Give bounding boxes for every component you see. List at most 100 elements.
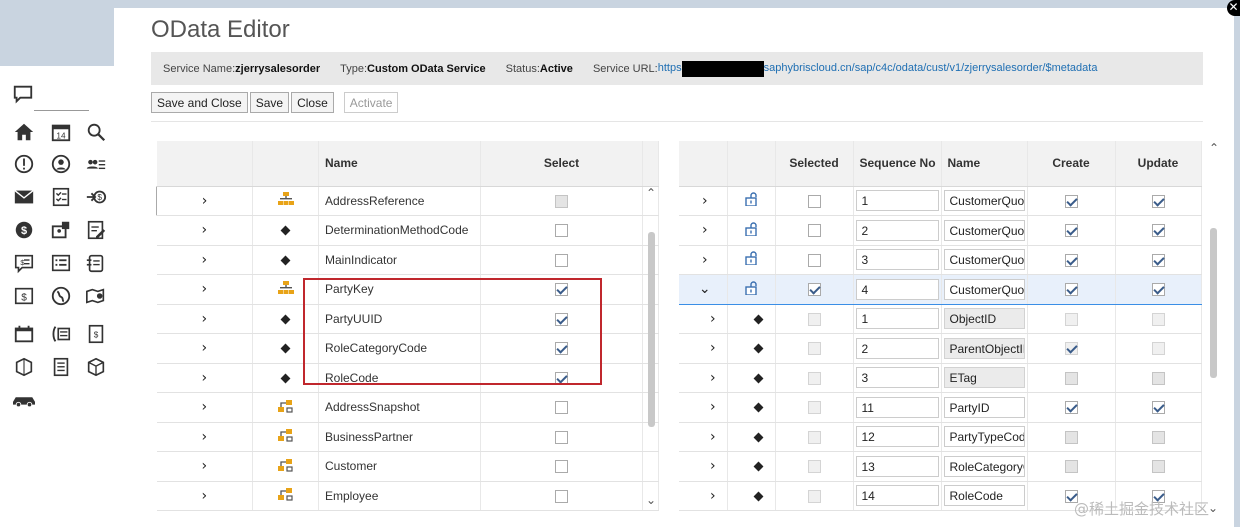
document-lines-icon[interactable] [49,355,73,379]
table-row[interactable]: › 2 ParentObjectID [679,333,1202,364]
create-checkbox[interactable] [1064,194,1078,208]
expand-chevron-icon[interactable]: › [710,370,716,386]
sequence-input[interactable]: 2 [855,337,939,359]
table-row[interactable]: ⌄ 4CustomerQuote [679,274,1202,305]
create-checkbox[interactable] [1064,401,1078,415]
dollar-icon[interactable]: $ [12,218,36,242]
expand-chevron-icon[interactable]: › [201,281,207,297]
scroll-up-icon[interactable]: ⌃ [1209,141,1219,155]
create-checkbox[interactable] [1064,342,1078,356]
expand-chevron-icon[interactable]: › [201,370,207,386]
entity-name-input[interactable]: ParentObjectID [943,337,1025,359]
table-row[interactable]: › AddressSnapshot [156,392,659,423]
entity-name-input[interactable]: PartyTypeCode [943,426,1025,448]
expand-chevron-icon[interactable]: › [710,488,716,504]
sequence-input[interactable]: 3 [855,249,939,271]
close-button[interactable]: Close [291,92,334,113]
feed-icon[interactable] [11,82,35,106]
update-checkbox[interactable] [1151,430,1165,444]
scroll-down-icon[interactable]: ⌄ [646,493,656,507]
expand-chevron-icon[interactable]: › [201,458,207,474]
create-checkbox[interactable] [1064,460,1078,474]
scroll-down-icon[interactable]: ⌄ [1208,501,1218,515]
update-checkbox[interactable] [1151,342,1165,356]
table-row[interactable]: › DeterminationMethodCode [156,215,659,246]
table-row[interactable]: › RoleCategoryCode [156,333,659,364]
message-list-icon[interactable]: $ [12,251,36,275]
entity-name-input[interactable]: CustomerQuote [943,249,1025,271]
update-checkbox[interactable] [1151,253,1165,267]
invoice-icon[interactable]: $ [12,284,36,308]
car-icon[interactable] [10,388,38,412]
price-list-icon[interactable] [49,322,73,346]
sequence-input[interactable]: 2 [855,219,939,241]
calendar-14-icon[interactable]: 14 [49,120,73,144]
select-checkbox[interactable] [555,283,568,297]
expand-chevron-icon[interactable]: › [201,311,207,327]
entity-name-input[interactable]: ObjectID [943,308,1025,330]
expand-chevron-icon[interactable]: › [710,458,716,474]
entity-name-input[interactable]: PartyID [943,396,1025,418]
sequence-input[interactable]: 14 [855,485,939,507]
selected-checkbox[interactable] [807,342,821,356]
table-row[interactable]: › AddressReference [156,185,659,216]
person-icon[interactable] [49,152,73,176]
select-checkbox[interactable] [555,194,568,208]
table-row[interactable]: › 3CustomerQuote [679,245,1202,275]
clipboard-list-icon[interactable] [84,251,108,275]
select-checkbox[interactable] [555,224,568,238]
contact-card-icon[interactable] [49,218,73,242]
checklist-icon[interactable] [49,185,73,209]
create-checkbox[interactable] [1064,253,1078,267]
alert-icon[interactable] [12,152,36,176]
team-list-icon[interactable] [84,152,108,176]
payment-arrow-icon[interactable]: $ [84,185,108,209]
url-suffix[interactable]: saphybriscloud.cn/sap/c4c/odata/cust/v1/… [764,62,1098,74]
global-payment-icon[interactable] [49,284,73,308]
selected-checkbox[interactable] [807,430,821,444]
table-row[interactable]: › Employee [156,481,659,511]
select-checkbox[interactable] [555,342,568,356]
quote-document-icon[interactable]: $ [84,322,108,346]
expand-chevron-icon[interactable]: › [710,311,716,327]
entity-name-input[interactable]: RoleCategoryC [943,455,1025,477]
update-checkbox[interactable] [1151,312,1165,326]
table-row[interactable]: › PartyUUID [156,304,659,334]
table-row[interactable]: › 3 ETag [679,363,1202,393]
scroll-up-icon[interactable]: ⌃ [646,186,656,200]
update-checkbox[interactable] [1151,460,1165,474]
select-checkbox[interactable] [555,489,568,503]
table-row[interactable]: › 12 PartyTypeCode [679,422,1202,452]
sequence-input[interactable]: 1 [855,190,939,212]
mail-icon[interactable] [12,185,36,209]
shield-product-icon[interactable] [12,355,36,379]
update-checkbox[interactable] [1151,194,1165,208]
save-and-close-button[interactable]: Save and Close [151,92,248,113]
service-url-link[interactable]: https saphybriscloud.cn/sap/c4c/odata/cus… [658,60,1098,77]
selected-checkbox[interactable] [807,489,821,503]
table-row[interactable]: › RoleCode [156,363,659,393]
url-prefix[interactable]: https [658,62,682,74]
collapse-chevron-icon[interactable]: ⌄ [699,281,711,297]
selected-checkbox[interactable] [807,312,821,326]
selected-checkbox[interactable] [807,283,821,297]
selected-checkbox[interactable] [807,194,821,208]
table-row[interactable]: › 2CustomerQuote [679,215,1202,246]
sequence-input[interactable]: 3 [855,367,939,389]
table-row[interactable]: › PartyKey [156,274,659,305]
create-checkbox[interactable] [1064,371,1078,385]
list-box-icon[interactable] [49,251,73,275]
update-checkbox[interactable] [1151,224,1165,238]
expand-chevron-icon[interactable]: › [710,399,716,415]
selected-checkbox[interactable] [807,460,821,474]
create-checkbox[interactable] [1064,312,1078,326]
selected-checkbox[interactable] [807,224,821,238]
update-checkbox[interactable] [1151,371,1165,385]
sequence-input[interactable]: 11 [855,396,939,418]
expand-chevron-icon[interactable]: › [702,193,708,209]
select-checkbox[interactable] [555,401,568,415]
entity-name-input[interactable]: CustomerQuote [943,190,1025,212]
entity-name-input[interactable]: RoleCode [943,485,1025,507]
calendar-icon[interactable] [12,322,36,346]
update-checkbox[interactable] [1151,283,1165,297]
